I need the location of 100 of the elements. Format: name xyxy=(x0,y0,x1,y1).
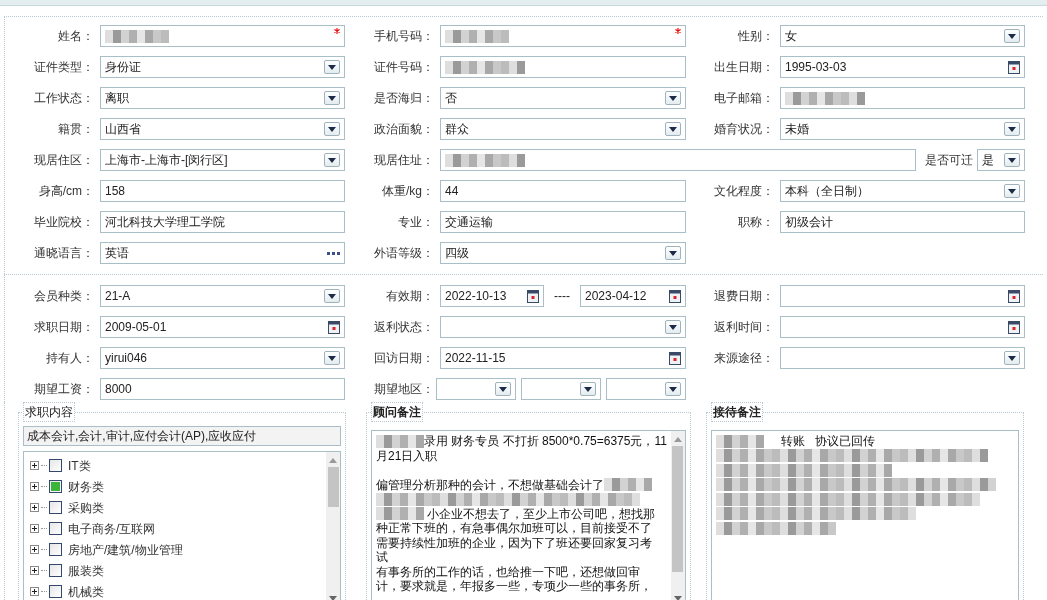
select-field[interactable]: yirui046 xyxy=(100,347,345,369)
text-field[interactable]: 初级会计 xyxy=(780,211,1025,233)
text-field[interactable] xyxy=(440,25,686,47)
calendar-icon[interactable] xyxy=(669,289,681,303)
select-field[interactable] xyxy=(521,378,601,400)
picker-field[interactable]: 英语 xyxy=(100,242,345,264)
calendar-icon[interactable] xyxy=(1008,320,1020,334)
text-field[interactable] xyxy=(100,25,345,47)
calendar-icon[interactable] xyxy=(527,289,540,303)
required-asterisk-icon xyxy=(334,28,340,34)
plus-box-icon[interactable] xyxy=(30,503,39,512)
select-field[interactable]: 群众 xyxy=(440,118,686,140)
tree-item[interactable]: 电子商务/互联网 xyxy=(68,519,156,538)
date-field[interactable]: 2022-11-15 xyxy=(440,347,686,369)
field-label: 期望工资： xyxy=(33,381,95,398)
select-field[interactable] xyxy=(440,316,686,338)
date-field[interactable] xyxy=(780,316,1025,338)
select-field[interactable]: 21-A xyxy=(100,285,345,307)
scrollbar[interactable] xyxy=(670,431,685,600)
checkbox[interactable] xyxy=(49,501,62,514)
text-field[interactable]: 交通运输 xyxy=(440,211,686,233)
scroll-down-arrow-icon[interactable] xyxy=(673,596,682,600)
plus-box-icon[interactable] xyxy=(30,566,39,575)
select-field[interactable]: 离职 xyxy=(100,87,345,109)
field-label: 电子邮箱： xyxy=(713,90,775,107)
select-field[interactable] xyxy=(606,378,686,400)
field-label: 工作状态： xyxy=(33,90,95,107)
field-label: 持有人： xyxy=(45,350,95,367)
required-asterisk-icon xyxy=(675,28,681,34)
text-field[interactable] xyxy=(440,56,686,78)
text-field[interactable] xyxy=(780,87,1025,109)
select-field[interactable]: 未婚 xyxy=(780,118,1025,140)
tree-item[interactable]: 房地产/建筑/物业管理 xyxy=(68,540,183,559)
text-field[interactable]: 8000 xyxy=(100,378,345,400)
field-label: 性别： xyxy=(737,28,775,45)
date-field[interactable]: 2022-10-13 xyxy=(440,285,545,307)
note-text: 种正常下班的，有急事偶尔加班可以，目前接受不了 xyxy=(376,521,652,536)
tree-item[interactable]: 机械类 xyxy=(68,582,104,600)
checkbox[interactable] xyxy=(49,459,62,472)
select-field[interactable]: 本科（全日制） xyxy=(780,180,1025,202)
notes-textarea[interactable]: 录用 财务专员 不打折 8500*0.75=6375元，11 月21日入职 偏管理分析那种的会计，不想做基础会计了 小企业不想去了，至少上市公司吧，想找那 种正常下班的，有急事偶尔加班可以，目前接受不了 需要持续性加班的企业，因为下了班还要回家复习考 试 有事务所的工作的话，也给推一下吧，还想做回审 计，要求就是，年报多一些，专项少一些的事务所， xyxy=(371,430,686,600)
notes-textarea[interactable]: 转账 协议已回传 xyxy=(711,430,1019,600)
date-field[interactable]: 1995-03-03 xyxy=(780,56,1025,78)
plus-box-icon[interactable] xyxy=(30,545,39,554)
select-field[interactable]: 身份证 xyxy=(100,56,345,78)
plus-box-icon[interactable] xyxy=(30,524,39,533)
note-text: 试 xyxy=(376,550,388,565)
scrollbar-thumb[interactable] xyxy=(672,446,684,572)
date-field[interactable]: 2023-04-12 xyxy=(580,285,686,307)
checkbox[interactable] xyxy=(49,585,62,598)
note-text: 月21日入职 xyxy=(376,448,438,463)
checkbox[interactable] xyxy=(49,522,62,535)
field-label: 毕业院校： xyxy=(33,214,95,231)
calendar-icon[interactable] xyxy=(1008,289,1020,303)
text-field[interactable]: 44 xyxy=(440,180,686,202)
more-dots-icon[interactable] xyxy=(327,251,340,255)
note-text: 计，要求就是，年报多一些，专项少一些的事务所， xyxy=(376,579,652,594)
select-field[interactable]: 是 xyxy=(977,149,1025,171)
date-field[interactable] xyxy=(780,285,1025,307)
summary-field[interactable]: 成本会计,会计,审计,应付会计(AP),应收应付 xyxy=(23,426,341,446)
range-separator: ---- xyxy=(554,288,570,305)
panel-title: 顾问备注 xyxy=(371,402,423,422)
tree-item[interactable]: 财务类 xyxy=(68,477,104,496)
select-field[interactable]: 女 xyxy=(780,25,1025,47)
field-label: 证件类型： xyxy=(33,59,95,76)
checkbox[interactable] xyxy=(49,564,62,577)
note-text: 需要持续性加班的企业，因为下了班还要回家复习考 xyxy=(376,535,652,550)
date-field[interactable]: 2009-05-01 xyxy=(100,316,345,338)
field-label: 政治面貌： xyxy=(373,121,435,138)
select-field[interactable]: 四级 xyxy=(440,242,686,264)
plus-box-icon[interactable] xyxy=(30,482,39,491)
select-field[interactable]: 上海市-上海市-[闵行区] xyxy=(100,149,345,171)
field-label: 出生日期： xyxy=(713,59,775,76)
tree-item[interactable]: 采购类 xyxy=(68,498,104,517)
field-label: 籍贯： xyxy=(57,121,95,138)
plus-box-icon[interactable] xyxy=(30,461,39,470)
note-text: 转账 协议已回传 xyxy=(779,434,875,449)
field-label: 是否可迁 xyxy=(925,152,973,169)
field-label: 现居住区： xyxy=(33,152,95,169)
tree-item[interactable]: IT类 xyxy=(68,456,91,475)
calendar-icon[interactable] xyxy=(669,351,681,365)
text-field[interactable] xyxy=(440,149,916,171)
select-field[interactable]: 否 xyxy=(440,87,686,109)
select-field[interactable]: 山西省 xyxy=(100,118,345,140)
text-field[interactable]: 河北科技大学理工学院 xyxy=(100,211,345,233)
checkbox[interactable] xyxy=(49,543,62,556)
calendar-icon[interactable] xyxy=(1008,60,1020,74)
scroll-down-arrow-icon[interactable] xyxy=(329,596,337,600)
text-field[interactable]: 158 xyxy=(100,180,345,202)
select-field[interactable] xyxy=(436,378,516,400)
note-text: 有事务所的工作的话，也给推一下吧，还想做回审 xyxy=(376,564,640,579)
panel-title: 求职内容 xyxy=(23,402,75,422)
checkbox[interactable] xyxy=(49,480,62,493)
field-label: 期望地区： xyxy=(373,381,435,398)
scrollbar-thumb[interactable] xyxy=(327,467,339,507)
calendar-icon[interactable] xyxy=(328,320,340,334)
scrollbar[interactable] xyxy=(326,452,340,600)
tree-item[interactable]: 服装类 xyxy=(68,561,104,580)
plus-box-icon[interactable] xyxy=(30,587,39,596)
select-field[interactable] xyxy=(780,347,1025,369)
